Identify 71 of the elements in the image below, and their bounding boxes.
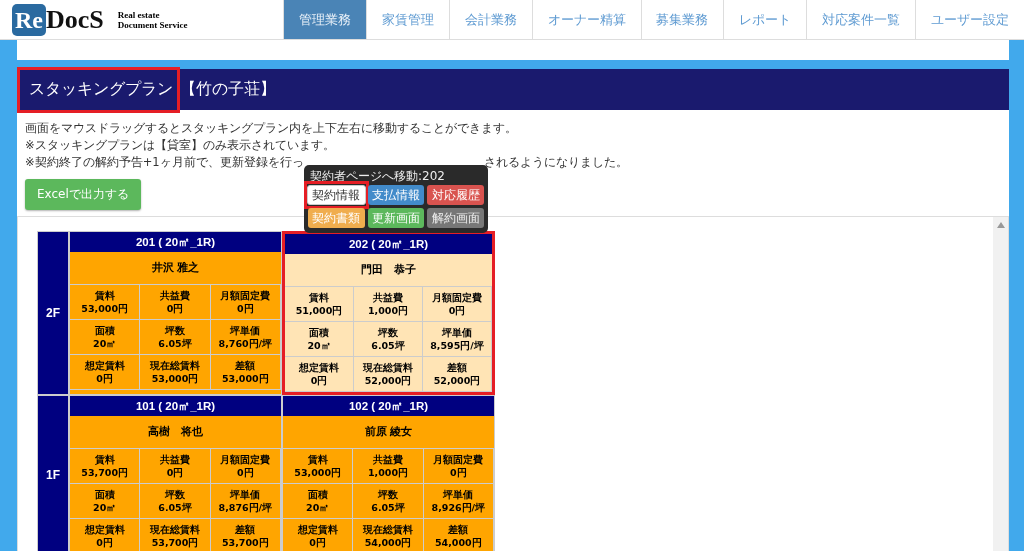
- table-cell: 現在総賃料 52,000円: [354, 357, 423, 392]
- table-cell: 差額 54,000円: [423, 519, 494, 551]
- table-cell: 差額 53,000円: [210, 355, 281, 390]
- logo-text: DocS: [46, 4, 104, 35]
- table-cell: 坪数 6.05坪: [353, 484, 424, 519]
- floor-label: 1F: [37, 395, 69, 551]
- table-cell: 共益費 0円: [140, 285, 211, 320]
- table-cell: 月額固定費 0円: [210, 285, 281, 320]
- notice-text: されるようになりました。: [483, 154, 628, 171]
- unit-block[interactable]: 201 ( 20㎡_1R) 井沢 雅之 賃料 53,000円 共益費 0円 月額固定費 0円 面積 20㎡ 坪数 6.05坪 坪単価 8,760円/坪 想定賃料 0円 現在総賃料 53,000円 差額 53,000円: [69, 231, 282, 395]
- table-cell: 面積 20㎡: [70, 320, 141, 355]
- highlight-frame[interactable]: 202 ( 20㎡_1R) 門田 恭子 賃料 51,000円 共益費 1,000円 月額固定費 0円 面積 20㎡ 坪数 6.05坪 坪単価 8,595円/坪 想定賃料 0円 現在総賃料 52,000円 差額 52,000円: [282, 231, 495, 395]
- table-cell: 想定賃料 0円: [70, 519, 141, 551]
- action-button[interactable]: 契約書類: [308, 208, 365, 228]
- table-cell: 想定賃料 0円: [283, 519, 354, 551]
- page-title: スタッキングプラン: [29, 79, 173, 100]
- notice-text: 画面をマウスドラッグするとスタッキングプラン内を上下左右に移動することができます。: [25, 120, 517, 137]
- table-cell: 現在総賃料 54,000円: [353, 519, 424, 551]
- table-cell: 差額 53,700円: [210, 519, 281, 551]
- action-button[interactable]: 解約画面: [427, 208, 484, 228]
- action-button[interactable]: 更新画面: [367, 208, 425, 228]
- nav-tab[interactable]: 管理業務: [283, 0, 366, 39]
- scrollbar[interactable]: [993, 217, 1008, 551]
- unit-header: 101 ( 20㎡_1R): [70, 396, 281, 416]
- logo-tagline: Document Service: [117, 19, 188, 30]
- table-cell: 賃料 51,000円: [285, 287, 354, 322]
- action-button[interactable]: 対応履歴: [427, 185, 484, 205]
- action-button[interactable]: 契約情報: [307, 185, 366, 205]
- table-cell: 坪数 6.05坪: [140, 320, 211, 355]
- table-cell: 共益費 1,000円: [353, 449, 424, 484]
- table-cell: 坪単価 8,595円/坪: [423, 322, 492, 357]
- tenant-name: 高樹 将也: [70, 416, 281, 449]
- logo-tagline: Real estate: [117, 9, 161, 20]
- table-cell: 差額 52,000円: [423, 357, 492, 392]
- unit-block[interactable]: 102 ( 20㎡_1R) 前原 綾女 賃料 53,000円 共益費 1,000円 月額固定費 0円 面積 20㎡ 坪数 6.05坪 坪単価 8,926円/坪 想定賃料 0円 現在総賃料 54,000円 差額 54,000円: [282, 395, 495, 551]
- table-cell: 面積 20㎡: [70, 484, 141, 519]
- tenant-name: 井沢 雅之: [70, 252, 281, 285]
- logo-mark: Re: [12, 3, 46, 36]
- notice-text: ※契約終了の解約予告+1ヶ月前で、更新登録を行っ: [25, 154, 304, 171]
- table-cell: 想定賃料 0円: [70, 355, 141, 390]
- table-cell: 賃料 53,700円: [70, 449, 141, 484]
- floor-label: 2F: [37, 231, 69, 395]
- table-cell: 面積 20㎡: [285, 322, 354, 357]
- scroll-up-icon[interactable]: [996, 222, 1005, 228]
- table-cell: 現在総賃料 53,000円: [140, 355, 211, 390]
- table-cell: 坪数 6.05坪: [354, 322, 423, 357]
- table-cell: 賃料 53,000円: [70, 285, 141, 320]
- table-cell: 月額固定費 0円: [210, 449, 281, 484]
- unit-header: 201 ( 20㎡_1R): [70, 232, 281, 252]
- table-cell: 面積 20㎡: [283, 484, 354, 519]
- table-cell: 共益費 0円: [140, 449, 211, 484]
- tenant-name: 門田 恭子: [285, 254, 492, 287]
- unit-block[interactable]: 101 ( 20㎡_1R) 高樹 将也 賃料 53,700円 共益費 0円 月額固定費 0円 面積 20㎡ 坪数 6.05坪 坪単価 8,876円/坪 想定賃料 0円 現在総賃料 53,700円 差額 53,700円: [69, 395, 282, 551]
- table-cell: 坪単価 8,876円/坪: [210, 484, 281, 519]
- table-cell: 想定賃料 0円: [285, 357, 354, 392]
- notice-text: ※スタッキングプランは【貸室】のみ表示されています。: [25, 137, 335, 154]
- table-cell: 月額固定費 0円: [423, 287, 492, 322]
- unit-header: 102 ( 20㎡_1R): [283, 396, 494, 416]
- table-cell: 賃料 53,000円: [283, 449, 354, 484]
- action-button[interactable]: 支払情報: [367, 185, 425, 205]
- table-cell: 月額固定費 0円: [423, 449, 494, 484]
- unit-header: 202 ( 20㎡_1R): [285, 234, 492, 254]
- table-cell: 現在総賃料 53,700円: [140, 519, 211, 551]
- export-button[interactable]: Excelで出力する: [25, 179, 141, 210]
- table-cell: 坪単価 8,760円/坪: [210, 320, 281, 355]
- table-cell: 共益費 1,000円: [354, 287, 423, 322]
- table-cell: 坪単価 8,926円/坪: [423, 484, 494, 519]
- popup-title: 契約者ページへ移動:202: [310, 169, 446, 183]
- table-cell: 坪数 6.05坪: [140, 484, 211, 519]
- property-name: 【竹の子荘】: [180, 79, 276, 100]
- tenant-name: 前原 綾女: [283, 416, 494, 449]
